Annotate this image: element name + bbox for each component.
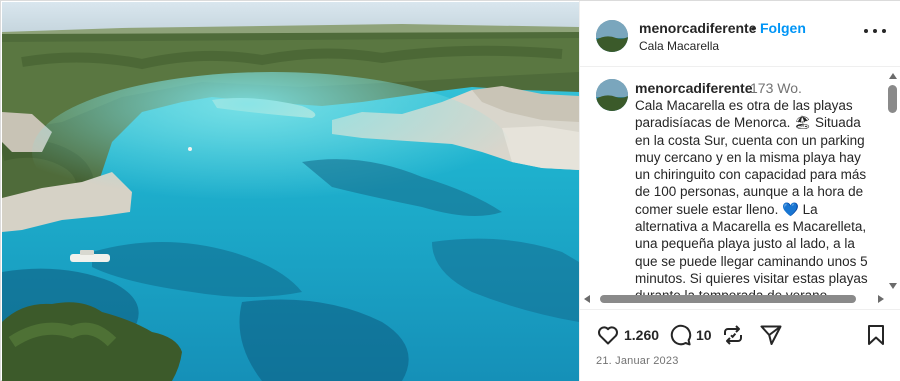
scroll-thumb[interactable] xyxy=(600,295,856,303)
scroll-down-icon[interactable] xyxy=(889,283,897,289)
caption-text: Cala Macarella es otra de las playas par… xyxy=(635,98,868,303)
bookmark-icon xyxy=(868,325,884,345)
more-dot xyxy=(882,29,886,33)
separator-dot: • xyxy=(751,21,756,36)
comment-count[interactable]: 10 xyxy=(696,327,712,343)
instagram-post: menorcadiferente • Folgen Cala Macarella… xyxy=(0,0,900,381)
action-bar: 1.260 10 21. Januar 2023 xyxy=(580,309,900,381)
share-icon xyxy=(760,325,782,345)
post-photo[interactable] xyxy=(2,2,579,381)
scroll-left-icon[interactable] xyxy=(584,295,590,303)
cala-macarella-photo xyxy=(2,2,579,381)
scroll-thumb[interactable] xyxy=(888,85,897,113)
more-options-icon[interactable] xyxy=(864,23,886,39)
repost-button[interactable] xyxy=(721,323,745,347)
save-button[interactable] xyxy=(864,323,888,347)
caption-area: menorcadiferente 173 Wo. Cala Macarella … xyxy=(580,67,900,307)
vertical-scrollbar[interactable] xyxy=(886,73,900,289)
like-count[interactable]: 1.260 xyxy=(624,327,659,343)
avatar[interactable] xyxy=(596,20,628,52)
avatar-image xyxy=(596,79,628,111)
avatar-image xyxy=(596,20,628,52)
caption-age[interactable]: 173 Wo. xyxy=(750,80,802,96)
post-username[interactable]: menorcadiferente xyxy=(639,20,756,36)
post-header: menorcadiferente • Folgen Cala Macarella xyxy=(580,1,900,67)
post-date[interactable]: 21. Januar 2023 xyxy=(596,355,679,367)
post-location[interactable]: Cala Macarella xyxy=(639,39,719,53)
caption-username[interactable]: menorcadiferente xyxy=(635,80,752,96)
scroll-right-icon[interactable] xyxy=(878,295,884,303)
like-button[interactable]: 1.260 xyxy=(596,323,659,347)
heart-icon xyxy=(598,326,618,345)
horizontal-scrollbar[interactable] xyxy=(584,292,884,306)
comment-button[interactable]: 10 xyxy=(668,323,712,347)
comment-icon xyxy=(670,324,692,346)
post-sidebar: menorcadiferente • Folgen Cala Macarella… xyxy=(579,1,900,381)
more-dot xyxy=(873,29,877,33)
share-button[interactable] xyxy=(759,323,783,347)
scroll-up-icon[interactable] xyxy=(889,73,897,79)
avatar[interactable] xyxy=(596,79,628,111)
follow-button[interactable]: Folgen xyxy=(760,20,806,36)
repost-icon xyxy=(724,325,742,345)
more-dot xyxy=(864,29,868,33)
